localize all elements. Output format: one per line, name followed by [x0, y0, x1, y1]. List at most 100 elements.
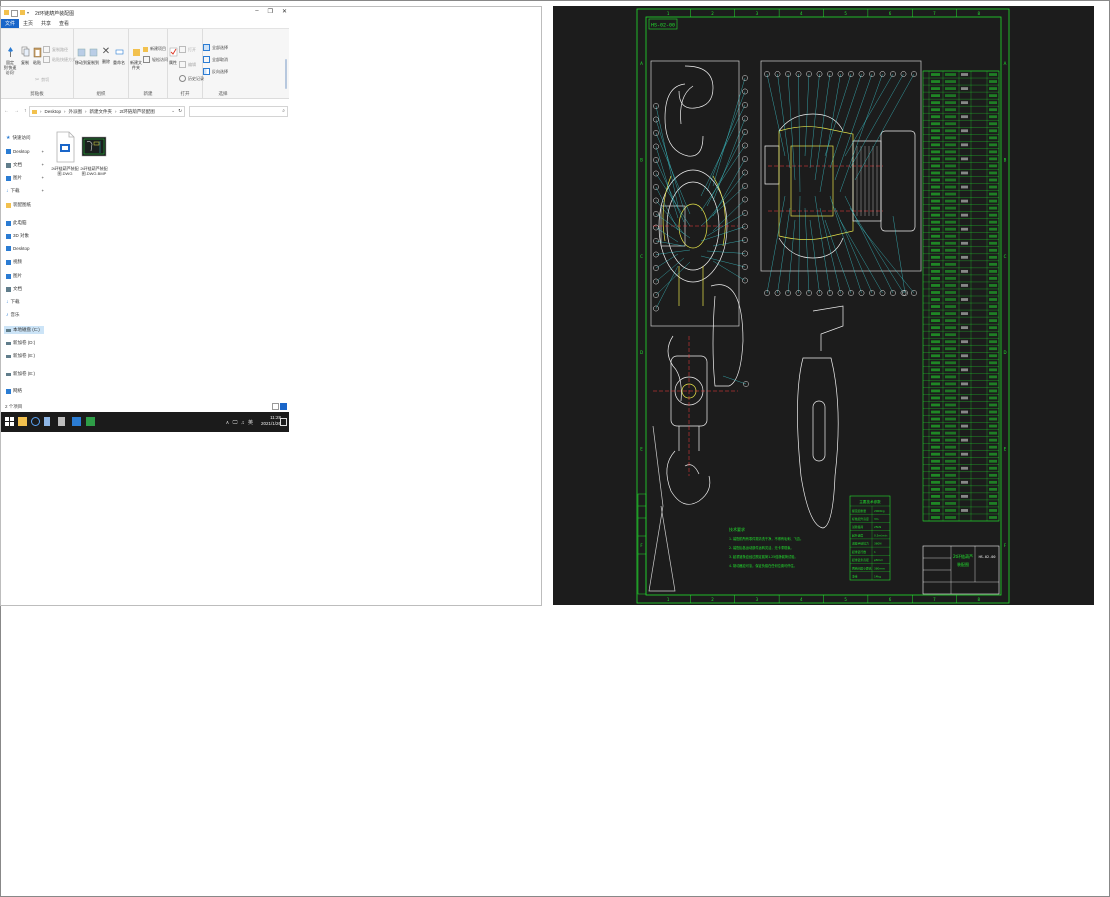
nav-drive-e[interactable]: 新加卷 (E:)	[6, 353, 35, 359]
nav-this-pc[interactable]: 此电脑	[6, 220, 27, 226]
pin-quick-access-button[interactable]: 固定到'快速访问'	[2, 46, 18, 75]
copy-to-button[interactable]: 复制到	[87, 46, 99, 65]
table-cell-text	[945, 185, 956, 189]
notification-icon[interactable]	[280, 418, 287, 426]
paste-shortcut-button[interactable]: 粘贴快捷方式	[43, 56, 76, 63]
close-button[interactable]: ✕	[282, 8, 287, 15]
breadcrumb-new-folder[interactable]: 新建文件夹	[90, 109, 113, 115]
leader-line	[655, 119, 685, 211]
cut-button[interactable]: ✂ 剪切	[35, 77, 49, 83]
breadcrumb-desktop[interactable]: Desktop	[45, 109, 62, 114]
save-icon[interactable]	[11, 9, 18, 17]
table-cell-text	[945, 171, 956, 175]
history-button[interactable]: 历史记录	[179, 75, 204, 82]
search-input[interactable]: ⌕	[189, 106, 288, 117]
nav-quick-access[interactable]: ★ 快速访问	[6, 135, 30, 141]
row-letter-right: C	[1004, 254, 1007, 259]
document-icon[interactable]	[44, 417, 50, 426]
search-icon[interactable]	[31, 417, 40, 426]
nav-network[interactable]: 网络	[6, 388, 22, 394]
nav-music[interactable]: ♪ 音乐	[6, 312, 20, 318]
copy-button[interactable]: 复制	[19, 46, 31, 65]
large-icons-view-icon[interactable]	[280, 403, 287, 410]
path-box[interactable]: › Desktop › 外派图 › 新建文件夹 › 2t环链葫芦装配图 ⌄ ↻	[29, 106, 185, 117]
copy-to-icon	[87, 46, 99, 59]
nav-drive-e-2[interactable]: 新加卷 (E:)	[6, 371, 35, 377]
row-letter-left: B	[640, 158, 643, 163]
table-cell-text	[931, 213, 940, 217]
file-bmp[interactable]: 2t环链葫芦装配 图.DWG.BMP	[78, 131, 110, 176]
nav-videos[interactable]: 视频	[6, 259, 22, 265]
table-cell-text	[989, 122, 997, 126]
easy-access-button[interactable]: 轻松访问	[143, 56, 168, 63]
table-cell-text	[945, 459, 956, 463]
nav-drive-c[interactable]: 本地磁盘 (C:)	[4, 326, 44, 334]
table-cell-text	[945, 340, 956, 344]
table-cell-text	[931, 122, 940, 126]
nav-3d-objects[interactable]: 3D 对象	[6, 233, 29, 239]
nav-downloads-pc[interactable]: ↓ 下载	[6, 299, 20, 305]
invert-selection-button[interactable]: 反向选择	[203, 68, 228, 75]
file-dwg[interactable]: 2t环链葫芦装配 图.DWG	[49, 131, 81, 176]
back-arrow-icon[interactable]: ←	[4, 108, 9, 114]
details-view-icon[interactable]	[272, 403, 279, 410]
rename-button[interactable]: 重命名	[112, 46, 126, 65]
chevron-down-icon[interactable]: ▾	[27, 10, 29, 15]
folder-icon[interactable]	[20, 9, 25, 15]
new-folder-button[interactable]: 新建文件夹	[129, 46, 143, 70]
new-item-button[interactable]: 新建项目	[143, 46, 166, 52]
tab-view[interactable]: 查看	[55, 19, 73, 28]
table-cell-text	[989, 94, 997, 98]
refresh-icon[interactable]: ↻	[178, 108, 182, 114]
table-cell-text	[945, 234, 956, 238]
maximize-button[interactable]: ❐	[268, 8, 273, 15]
table-cell-text	[931, 480, 940, 484]
minimize-button[interactable]: –	[255, 8, 258, 15]
system-tray-icons[interactable]: ∧ 🖵 ♫ 英	[226, 419, 254, 426]
table-cell-text	[989, 487, 997, 491]
copy-path-button[interactable]: 复制路径	[43, 46, 68, 53]
leader-line	[892, 215, 906, 294]
tab-home[interactable]: 主页	[19, 19, 37, 28]
chevron-down-icon[interactable]: ⌄	[171, 108, 175, 114]
nav-pictures-pc[interactable]: 图片	[6, 273, 22, 279]
column-number-bottom: 7	[933, 597, 936, 602]
nav-drive-d[interactable]: 新加卷 (D:)	[6, 340, 35, 346]
up-arrow-icon[interactable]: ↑	[24, 108, 27, 114]
nav-desktop-pc[interactable]: Desktop	[6, 246, 30, 251]
delete-button[interactable]: ✕ 删除	[100, 46, 112, 64]
app-icon[interactable]	[72, 417, 81, 426]
select-none-button[interactable]: 全部取消	[203, 56, 228, 63]
tab-share[interactable]: 共享	[37, 19, 55, 28]
properties-button[interactable]: 属性	[168, 46, 178, 65]
breadcrumb-waipai[interactable]: 外派图	[69, 109, 83, 115]
app-icon[interactable]	[58, 417, 65, 426]
nav-desktop[interactable]: Desktop	[6, 149, 30, 154]
table-cell-text	[961, 298, 968, 301]
open-icon	[179, 46, 186, 53]
open-button[interactable]: 打开	[179, 46, 196, 53]
select-all-button[interactable]: 全部选择	[203, 44, 228, 51]
nav-pictures[interactable]: 图片	[6, 175, 22, 181]
nav-documents[interactable]: 文档	[6, 162, 22, 168]
part-callouts	[653, 71, 917, 387]
leader-line	[804, 73, 810, 157]
address-bar: ← → ↑ › Desktop › 外派图 › 新建文件夹 › 2t环链葫芦装配…	[1, 104, 289, 118]
forward-arrow-icon[interactable]: →	[14, 108, 19, 114]
table-cell-text	[945, 438, 956, 442]
file-explorer-icon[interactable]	[18, 417, 27, 426]
windows-start-icon[interactable]	[5, 417, 14, 426]
spreadsheet-icon[interactable]	[86, 417, 95, 426]
move-to-button[interactable]: 移动到	[75, 46, 87, 65]
nav-documents-pc[interactable]: 文档	[6, 286, 22, 292]
ribbon-scrollbar[interactable]	[285, 59, 287, 89]
paste-button[interactable]: 粘贴	[31, 46, 43, 65]
edit-button[interactable]: 编辑	[179, 61, 196, 68]
breadcrumb-current[interactable]: 2t环链葫芦装配图	[120, 109, 155, 115]
clock[interactable]: 11:28 2021/1/26	[261, 415, 281, 427]
param-key: 满载手链拉力	[852, 542, 869, 546]
nav-downloads[interactable]: ↓ 下载	[6, 188, 20, 194]
tab-file[interactable]: 文件	[1, 19, 20, 28]
nav-assembly-folder[interactable]: 装配图纸	[6, 202, 31, 208]
computer-icon	[6, 220, 11, 226]
